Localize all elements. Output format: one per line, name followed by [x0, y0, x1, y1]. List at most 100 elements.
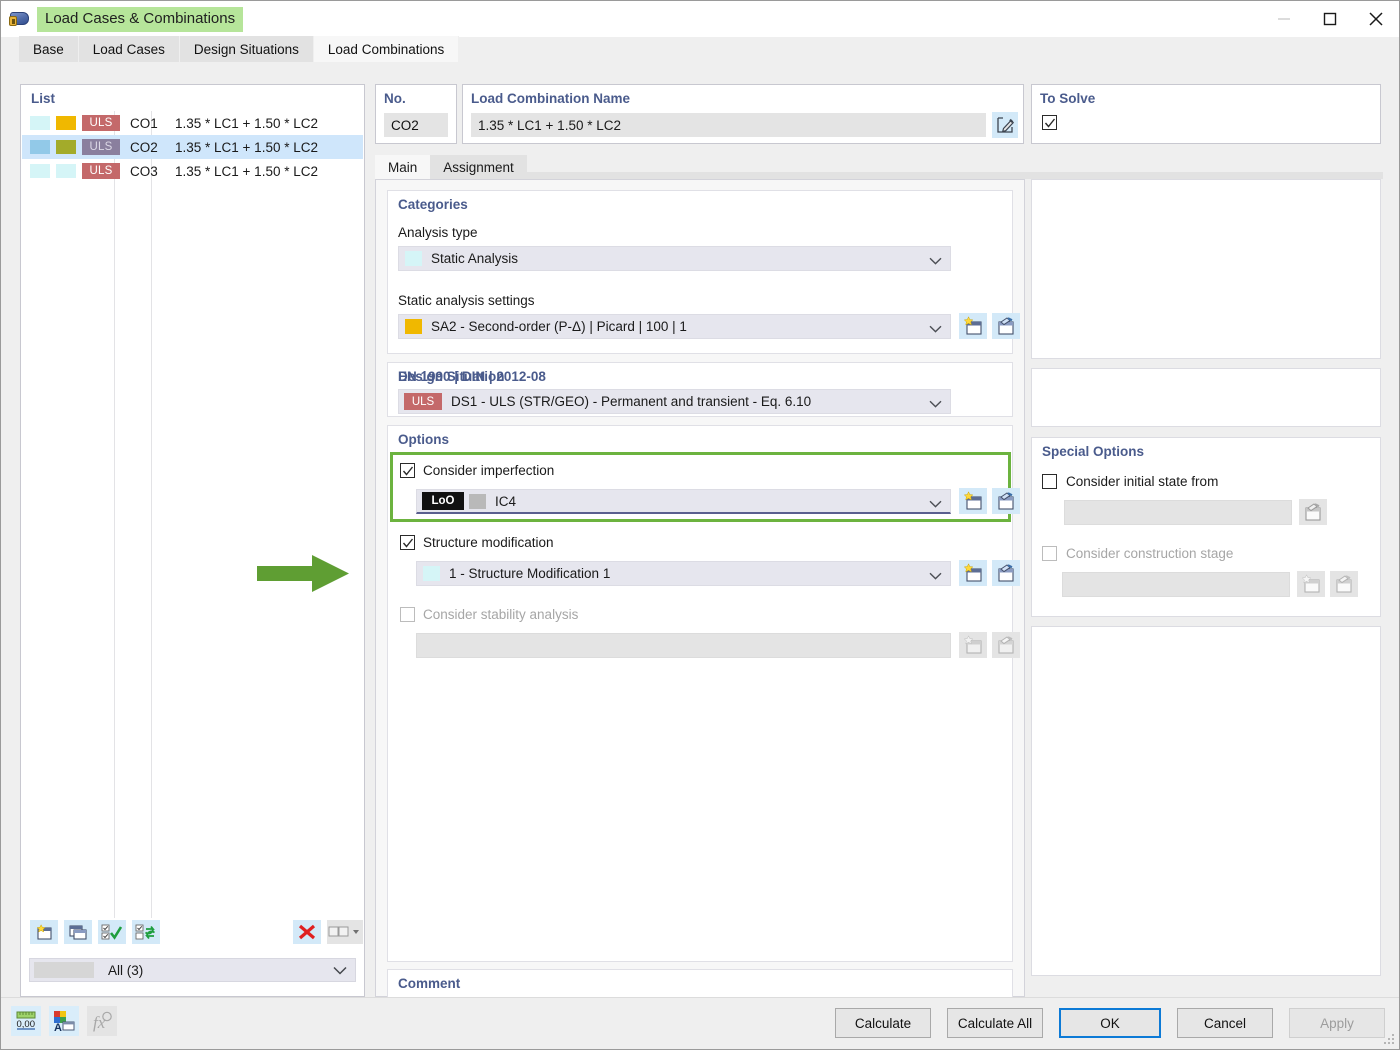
- tab-design-situations[interactable]: Design Situations: [179, 36, 314, 62]
- structure-modification-value: 1 - Structure Modification 1: [449, 566, 611, 581]
- view-mode-button[interactable]: [327, 920, 363, 944]
- edit-imperfection-button[interactable]: [992, 488, 1020, 514]
- apply-button: Apply: [1289, 1008, 1385, 1038]
- select-all-button[interactable]: [98, 920, 126, 944]
- consider-imperfection-checkbox[interactable]: [400, 463, 415, 478]
- static-analysis-settings-label: Static analysis settings: [398, 293, 535, 308]
- to-solve-panel: To Solve: [1031, 84, 1381, 144]
- calculate-all-button[interactable]: Calculate All: [947, 1008, 1043, 1038]
- load-combination-name-field[interactable]: 1.35 * LC1 + 1.50 * LC2: [471, 113, 986, 137]
- row-number: CO2: [130, 139, 158, 155]
- maximize-icon[interactable]: [1307, 1, 1353, 37]
- tab-load-combinations[interactable]: Load Combinations: [313, 36, 460, 62]
- row-color-swatch-1: [30, 116, 50, 130]
- chevron-down-icon: [929, 321, 942, 336]
- tab-main[interactable]: Main: [375, 155, 431, 179]
- list-legend: List: [31, 91, 56, 106]
- invert-selection-button[interactable]: [132, 920, 160, 944]
- chevron-down-icon: [929, 253, 942, 268]
- chevron-down-icon: [929, 568, 942, 583]
- cancel-button[interactable]: Cancel: [1177, 1008, 1273, 1038]
- delete-item-button[interactable]: [293, 920, 321, 944]
- consider-stability-analysis-label: Consider stability analysis: [423, 607, 579, 622]
- calculate-button[interactable]: Calculate: [835, 1008, 931, 1038]
- new-settings-button[interactable]: [959, 313, 987, 339]
- load-cases-combinations-window: Load Cases & Combinations Base Load Case…: [0, 0, 1400, 1050]
- new-imperfection-button[interactable]: [959, 488, 987, 514]
- row-formula: 1.35 * LC1 + 1.50 * LC2: [175, 139, 318, 155]
- initial-state-field: [1064, 500, 1292, 525]
- to-solve-checkbox[interactable]: [1042, 115, 1057, 130]
- dialog-body: List ULS CO1 1.35 * LC1 + 1.50 * LC2 ULS…: [1, 63, 1399, 1026]
- edit-pencil-icon[interactable]: [992, 112, 1018, 138]
- svg-text:fx: fx: [93, 1013, 106, 1032]
- table-row[interactable]: ULS CO1 1.35 * LC1 + 1.50 * LC2: [22, 111, 363, 135]
- filter-label: All (3): [108, 962, 144, 978]
- list-toolbar: [22, 918, 363, 946]
- ok-button[interactable]: OK: [1059, 1008, 1161, 1038]
- tab-load-cases[interactable]: Load Cases: [78, 36, 180, 62]
- list-panel: List ULS CO1 1.35 * LC1 + 1.50 * LC2 ULS…: [20, 84, 365, 997]
- dialog-footer: 0,00 A fx Calculate Calculate All OK Can…: [1, 997, 1399, 1049]
- row-number: CO1: [130, 115, 158, 131]
- chevron-down-icon: [929, 496, 942, 511]
- structure-modification-dropdown[interactable]: 1 - Structure Modification 1: [416, 561, 951, 586]
- consider-imperfection-label: Consider imperfection: [423, 463, 555, 478]
- annotation-arrow-icon: [249, 551, 369, 598]
- new-item-button[interactable]: [30, 920, 58, 944]
- settings-value: SA2 - Second-order (P-Δ) | Picard | 100 …: [431, 319, 687, 334]
- static-analysis-settings-dropdown[interactable]: SA2 - Second-order (P-Δ) | Picard | 100 …: [398, 314, 951, 339]
- edit-structure-modification-button[interactable]: [992, 560, 1020, 586]
- settings-swatch: [405, 319, 422, 334]
- number-value: CO2: [384, 113, 448, 137]
- consider-initial-state-checkbox[interactable]: [1042, 474, 1057, 489]
- design-situation-dropdown[interactable]: ULS DS1 - ULS (STR/GEO) - Permanent and …: [398, 389, 951, 414]
- new-stability-button: [959, 632, 987, 658]
- edit-settings-button[interactable]: [992, 313, 1020, 339]
- design-situation-value: DS1 - ULS (STR/GEO) - Permanent and tran…: [451, 394, 812, 409]
- table-row[interactable]: ULS CO2 1.35 * LC1 + 1.50 * LC2: [22, 135, 363, 159]
- close-icon[interactable]: [1353, 1, 1399, 37]
- svg-text:0,00: 0,00: [17, 1019, 36, 1030]
- list-filter-dropdown[interactable]: All (3): [29, 958, 356, 982]
- row-category-badge: ULS: [82, 115, 120, 131]
- construction-stage-field: [1062, 572, 1290, 597]
- row-formula: 1.35 * LC1 + 1.50 * LC2: [175, 115, 318, 131]
- structure-modification-label: Structure modification: [423, 535, 554, 550]
- tab-assignment[interactable]: Assignment: [430, 155, 527, 179]
- copy-item-button[interactable]: [64, 920, 92, 944]
- row-color-swatch-1: [30, 164, 50, 178]
- analysis-type-dropdown[interactable]: Static Analysis: [398, 246, 951, 271]
- units-button[interactable]: 0,00: [11, 1006, 41, 1036]
- minimize-icon[interactable]: [1261, 1, 1307, 37]
- imperfection-case-dropdown[interactable]: LoO IC4: [416, 489, 951, 514]
- consider-initial-state-label: Consider initial state from: [1066, 474, 1219, 489]
- resize-grip[interactable]: [1384, 1034, 1396, 1046]
- analysis-type-label: Analysis type: [398, 225, 478, 240]
- edit-initial-state-button[interactable]: [1299, 499, 1327, 525]
- consider-construction-stage-checkbox[interactable]: [1042, 546, 1057, 561]
- options-group: Options Consider imperfection LoO IC4 St…: [387, 425, 1020, 962]
- inner-tabs: Main Assignment: [375, 155, 1383, 179]
- new-structure-modification-button[interactable]: [959, 560, 987, 586]
- row-formula: 1.35 * LC1 + 1.50 * LC2: [175, 163, 318, 179]
- main-tab-panel: Categories Analysis type Static Analysis…: [375, 179, 1025, 1026]
- tab-base[interactable]: Base: [19, 36, 79, 62]
- new-construction-stage-button: [1297, 571, 1325, 597]
- design-situation-group: Design Situation EN 1990 | DIN | 2012-08…: [387, 362, 1013, 417]
- structure-modification-checkbox[interactable]: [400, 535, 415, 550]
- table-row[interactable]: ULS CO3 1.35 * LC1 + 1.50 * LC2: [22, 159, 363, 183]
- number-panel: No. CO2: [375, 84, 457, 144]
- design-standard-label: EN 1990 | DIN | 2012-08: [398, 369, 546, 384]
- name-legend: Load Combination Name: [471, 91, 631, 106]
- imperfection-loo-badge: LoO: [422, 492, 464, 510]
- consider-stability-analysis-checkbox[interactable]: [400, 607, 415, 622]
- to-solve-legend: To Solve: [1040, 91, 1096, 106]
- display-properties-button[interactable]: A: [49, 1006, 79, 1036]
- right-panel-bottom: [1031, 626, 1381, 976]
- name-panel: Load Combination Name 1.35 * LC1 + 1.50 …: [462, 84, 1024, 144]
- row-color-swatch-2: [56, 116, 76, 130]
- row-color-swatch-2: [56, 164, 76, 178]
- load-combinations-icon: [9, 8, 31, 30]
- right-panel-middle: [1031, 368, 1381, 427]
